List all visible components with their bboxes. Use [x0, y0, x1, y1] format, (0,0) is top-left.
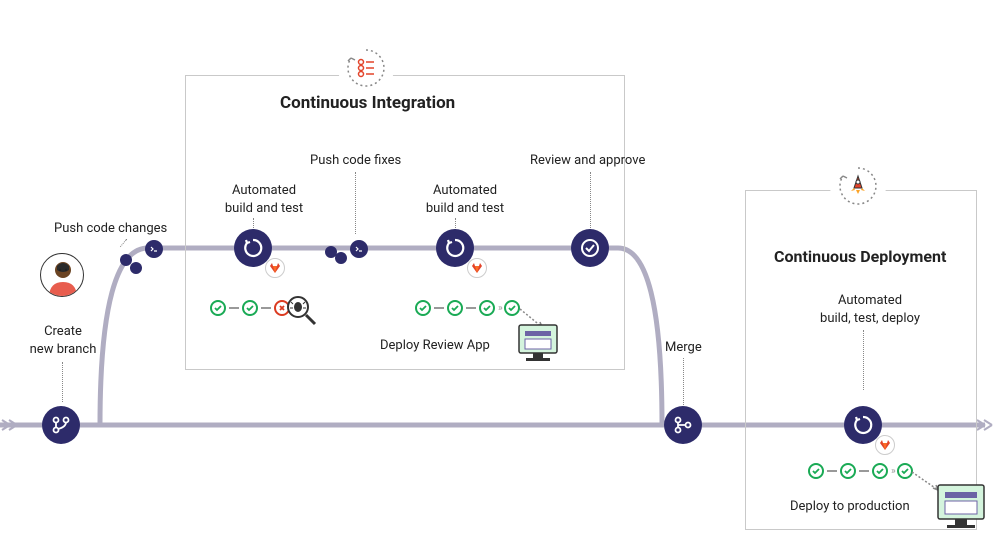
- deploy-production-label: Deploy to production: [790, 498, 910, 516]
- ci-header-icon: [338, 40, 394, 96]
- commit-dot: [130, 262, 142, 274]
- automated-build-test-2-label: Automated build and test: [415, 182, 515, 217]
- merge-node: [664, 406, 702, 444]
- push-code-changes-label: Push code changes: [54, 220, 167, 238]
- user-avatar: [40, 253, 84, 297]
- pipeline-status-2: »: [415, 300, 520, 316]
- branch-node: [42, 406, 80, 444]
- automated-build-test-deploy-label: Automated build, test, deploy: [810, 292, 930, 327]
- push-code-fixes-label: Push code fixes: [310, 152, 401, 170]
- dotted-connector: [120, 239, 127, 247]
- merge-label: Merge: [665, 339, 702, 357]
- dotted-connector: [62, 362, 63, 402]
- gitlab-badge: [875, 435, 895, 455]
- dotted-connector: [355, 172, 356, 234]
- pipeline-status-1: [210, 300, 290, 316]
- production-monitor-icon: [935, 482, 987, 538]
- gitlab-badge: [265, 258, 285, 278]
- gitlab-badge: [467, 258, 487, 278]
- ci-title: Continuous Integration: [280, 93, 455, 113]
- terminal-node: [350, 240, 368, 258]
- create-branch-label: Create new branch: [28, 323, 98, 358]
- dotted-connector: [863, 330, 864, 390]
- bug-magnifier-icon: [285, 294, 313, 322]
- approve-node: [571, 229, 609, 267]
- deploy-review-app-label: Deploy Review App: [380, 337, 490, 355]
- dotted-connector: [590, 172, 591, 230]
- review-app-monitor-icon: [516, 322, 560, 370]
- pipeline-status-cd: »: [808, 463, 913, 479]
- cd-title: Continuous Deployment: [774, 247, 946, 266]
- commit-dot: [335, 252, 347, 264]
- automated-build-test-1-label: Automated build and test: [214, 182, 314, 217]
- terminal-node: [145, 240, 163, 258]
- dotted-connector: [683, 358, 684, 405]
- review-approve-label: Review and approve: [530, 152, 645, 170]
- cd-header-icon: [830, 158, 886, 214]
